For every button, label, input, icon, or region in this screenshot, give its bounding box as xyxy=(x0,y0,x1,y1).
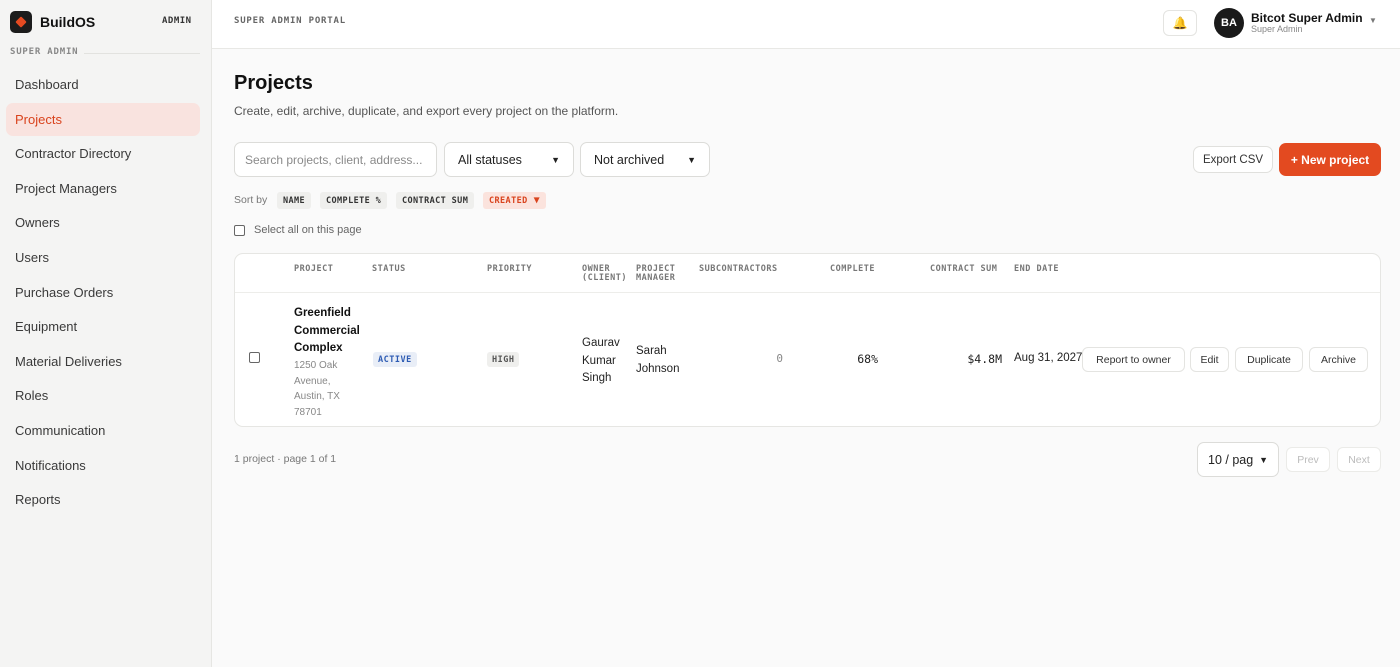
page-title: Projects xyxy=(234,72,313,94)
complete-percent: 68% xyxy=(857,352,878,366)
owner-line: Singh xyxy=(582,372,612,384)
project-name[interactable]: Greenfield Commercial Complex xyxy=(294,305,364,358)
col-header-owner[interactable]: OWNER (CLIENT) xyxy=(582,265,627,283)
select-all-checkbox[interactable] xyxy=(234,224,245,236)
col-header-pm-line2: MANAGER xyxy=(636,273,676,283)
owner-line: Gaurav xyxy=(582,337,620,349)
select-all[interactable]: Select all on this page xyxy=(234,224,362,236)
export-csv-button[interactable]: Export CSV xyxy=(1193,146,1273,173)
col-header-subcontractors[interactable]: SUBCONTRACTORS xyxy=(699,265,778,274)
sidebar-item-contractor-directory[interactable]: Contractor Directory xyxy=(6,137,200,170)
col-header-project[interactable]: PROJECT xyxy=(294,265,333,274)
sort-contract-sum-chip[interactable]: CONTRACT SUM xyxy=(396,192,475,209)
row-checkbox[interactable] xyxy=(249,352,260,363)
owner-name: Gaurav Kumar Singh xyxy=(582,335,627,388)
status-badge: ACTIVE xyxy=(373,352,417,367)
topbar: SUPER ADMIN PORTAL 🔔 BA Bitcot Super Adm… xyxy=(212,0,1400,49)
sidebar-nav: Dashboard Projects Contractor Directory … xyxy=(6,68,200,518)
pagination-info: 1 project · page 1 of 1 xyxy=(234,453,337,465)
status-filter-value: All statuses xyxy=(458,152,522,167)
per-page-value: 10 / pag xyxy=(1208,452,1254,467)
chevron-down-icon: ▼ xyxy=(1259,454,1268,465)
address-line: 1250 Oak xyxy=(294,360,338,371)
chevron-down-icon[interactable]: ▼ xyxy=(1369,16,1377,25)
col-header-end-date[interactable]: END DATE xyxy=(1014,265,1059,274)
col-header-priority[interactable]: PRIORITY xyxy=(487,265,532,274)
sort-created-label: CREATED xyxy=(489,195,528,206)
pm-line: Johnson xyxy=(636,362,680,375)
sidebar-item-purchase-orders[interactable]: Purchase Orders xyxy=(6,276,200,309)
prev-page-button[interactable]: Prev xyxy=(1286,447,1330,472)
chevron-down-icon: ▼ xyxy=(551,154,560,165)
project-manager-name: Sarah Johnson xyxy=(636,343,696,378)
address-line: Avenue, xyxy=(294,375,331,387)
per-page-select[interactable]: 10 / pag ▼ xyxy=(1197,442,1279,477)
chevron-down-icon: ▼ xyxy=(687,154,696,165)
col-header-project-manager[interactable]: PROJECT MANAGER xyxy=(636,265,675,283)
search-input[interactable] xyxy=(234,142,437,177)
status-filter-select[interactable]: All statuses ▼ xyxy=(444,142,574,177)
brand[interactable]: BuildOS xyxy=(10,11,95,33)
user-name[interactable]: Bitcot Super Admin xyxy=(1251,11,1363,25)
sidebar-item-users[interactable]: Users xyxy=(6,241,200,274)
admin-tag: ADMIN xyxy=(162,16,192,26)
project-address: 1250 Oak Avenue, Austin, TX 78701 xyxy=(294,358,354,420)
sort-name-chip[interactable]: NAME xyxy=(277,192,312,209)
sidebar-item-roles[interactable]: Roles xyxy=(6,379,200,412)
subcontractors-count: 0 xyxy=(776,352,783,365)
brand-name: BuildOS xyxy=(40,14,96,30)
col-header-status[interactable]: STATUS xyxy=(372,265,406,274)
section-divider xyxy=(84,53,200,54)
sidebar-item-reports[interactable]: Reports xyxy=(6,483,200,516)
sidebar-item-dashboard[interactable]: Dashboard xyxy=(6,68,200,101)
sidebar-item-projects[interactable]: Projects xyxy=(6,102,200,136)
sidebar-item-equipment[interactable]: Equipment xyxy=(6,310,200,343)
owner-line: Kumar xyxy=(582,354,616,367)
project-name-line: Commercial xyxy=(294,324,360,337)
sort-complete-chip[interactable]: COMPLETE % xyxy=(320,192,388,209)
edit-button[interactable]: Edit xyxy=(1190,347,1229,372)
bell-icon: 🔔 xyxy=(1172,16,1188,30)
contract-sum: $4.8M xyxy=(967,352,1002,366)
archived-filter-value: Not archived xyxy=(594,152,665,167)
sidebar: BuildOS ADMIN SUPER ADMIN Dashboard Proj… xyxy=(0,0,212,667)
end-date: Aug 31, 2027 xyxy=(1014,352,1083,364)
page-subtitle: Create, edit, archive, duplicate, and ex… xyxy=(234,104,619,118)
address-line: Austin, TX xyxy=(294,391,340,402)
duplicate-button[interactable]: Duplicate xyxy=(1235,347,1303,372)
sidebar-item-notifications[interactable]: Notifications xyxy=(6,449,200,482)
projects-table: PROJECT STATUS PRIORITY OWNER (CLIENT) P… xyxy=(234,253,1381,427)
next-page-button[interactable]: Next xyxy=(1337,447,1381,472)
sort-created-chip[interactable]: CREATED ▼ xyxy=(483,192,547,209)
avatar[interactable]: BA xyxy=(1214,8,1244,38)
new-project-button[interactable]: + New project xyxy=(1279,143,1381,176)
address-line: 78701 xyxy=(294,406,322,418)
sidebar-item-owners[interactable]: Owners xyxy=(6,206,200,239)
sidebar-item-project-managers[interactable]: Project Managers xyxy=(6,172,200,205)
notifications-button[interactable]: 🔔 xyxy=(1163,10,1197,36)
project-name-line: Greenfield xyxy=(294,307,351,319)
col-header-owner-line2: (CLIENT) xyxy=(582,273,627,283)
buildos-logo-icon xyxy=(10,11,32,33)
sort-desc-icon: ▼ xyxy=(533,195,541,206)
col-header-contract-sum[interactable]: CONTRACT SUM xyxy=(930,265,997,274)
portal-label: SUPER ADMIN PORTAL xyxy=(234,16,346,26)
sort-label: Sort by xyxy=(234,194,268,206)
col-header-complete[interactable]: COMPLETE xyxy=(830,265,875,274)
sidebar-item-material-deliveries[interactable]: Material Deliveries xyxy=(6,345,200,378)
archive-button[interactable]: Archive xyxy=(1309,347,1368,372)
report-to-owner-button[interactable]: Report to owner xyxy=(1082,347,1185,372)
select-all-label: Select all on this page xyxy=(254,224,362,236)
sidebar-section-label: SUPER ADMIN xyxy=(10,47,79,57)
archived-filter-select[interactable]: Not archived ▼ xyxy=(580,142,710,177)
user-role: Super Admin xyxy=(1251,24,1303,34)
project-name-line: Complex xyxy=(294,342,343,354)
priority-badge: HIGH xyxy=(487,352,520,367)
table-header-divider xyxy=(235,292,1380,293)
pm-line: Sarah xyxy=(636,345,667,357)
sidebar-item-communication[interactable]: Communication xyxy=(6,414,200,447)
